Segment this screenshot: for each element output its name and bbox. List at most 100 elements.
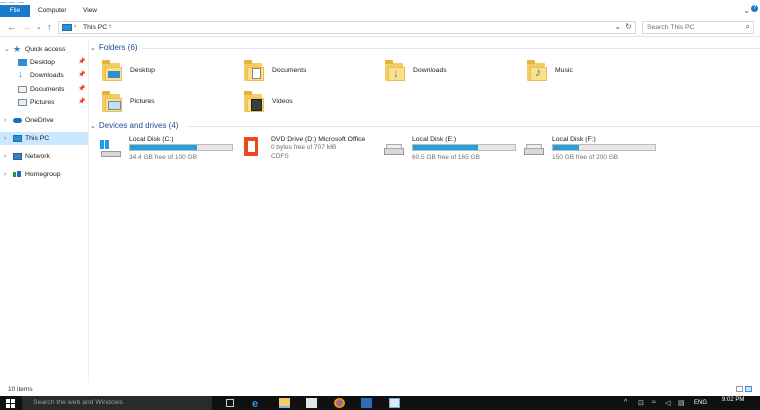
pictures-folder-icon — [18, 99, 27, 106]
computer-icon — [62, 24, 72, 31]
file-explorer-icon[interactable] — [279, 398, 290, 408]
breadcrumb-this-pc[interactable]: This PC — [83, 24, 107, 31]
homegroup-icon — [17, 171, 21, 177]
refresh-icon[interactable]: ↻ — [625, 22, 632, 31]
chevron-right-icon[interactable]: › — [4, 114, 6, 127]
breadcrumb-separator-icon[interactable]: › — [109, 23, 111, 30]
folder-label: Videos — [272, 98, 293, 105]
downloads-folder-icon: ↓ — [385, 59, 406, 82]
drive-c[interactable]: Local Disk (C:) 34.4 GB free of 100 GB — [100, 136, 240, 166]
chevron-down-icon[interactable]: ⌄ — [90, 45, 96, 52]
sidebar-item-label: This PC — [25, 135, 50, 142]
recent-locations-icon[interactable]: ⌄ — [36, 21, 42, 34]
clock-time[interactable]: 9:02 PM — [722, 397, 744, 404]
address-dropdown-icon[interactable]: ⌄ — [614, 22, 621, 31]
quick-access-toolbar-icon[interactable] — [0, 2, 6, 3]
chevron-up-icon[interactable]: ^ — [624, 399, 627, 406]
pin-icon[interactable]: 📌 — [78, 56, 85, 69]
network-icon[interactable]: ⊡ — [638, 399, 644, 407]
group-header-label: Devices and drives (4) — [98, 121, 179, 130]
chevron-down-icon[interactable]: ⌄ — [743, 6, 750, 15]
task-view-icon[interactable] — [226, 399, 234, 407]
drives-group-header[interactable]: ⌄ Devices and drives (4) — [90, 120, 178, 132]
chevron-down-icon[interactable]: ⌄ — [4, 43, 10, 56]
drive-name: DVD Drive (D:) Microsoft Office — [271, 136, 366, 143]
chrome-icon[interactable] — [334, 398, 345, 408]
app-icon[interactable] — [361, 398, 372, 408]
chevron-right-icon[interactable]: › — [4, 168, 6, 181]
sidebar-item-pictures[interactable]: Pictures 📌 — [0, 96, 88, 109]
system-tray: ^ ⊡ ≈ ◁ ▤ ENG 9:02 PM — [624, 397, 754, 409]
folder-label: Music — [555, 67, 573, 74]
chevron-right-icon[interactable]: › — [4, 150, 6, 163]
pin-icon[interactable]: 📌 — [78, 69, 85, 82]
app-icon[interactable] — [389, 398, 400, 408]
folder-pictures[interactable]: Pictures — [102, 90, 232, 116]
sidebar-item-network[interactable]: › Network — [0, 150, 88, 163]
folders-group-header[interactable]: ⌄ Folders (6) — [90, 42, 138, 54]
edge-icon[interactable]: e — [252, 398, 263, 410]
tiles-view-icon[interactable] — [745, 386, 752, 392]
start-button[interactable] — [6, 399, 16, 408]
drive-d[interactable]: DVD Drive (D:) Microsoft Office 0 bytes … — [242, 136, 382, 166]
language-indicator[interactable]: ENG — [694, 400, 707, 406]
folder-downloads[interactable]: ↓ Downloads — [385, 59, 515, 85]
documents-folder-icon — [18, 86, 27, 93]
pictures-folder-icon — [102, 90, 123, 113]
volume-icon[interactable]: ◁ — [665, 399, 670, 407]
chevron-right-icon[interactable]: › — [4, 132, 6, 145]
taskbar-search-input[interactable]: Search the web and Windows — [22, 396, 212, 410]
windows-drive-icon — [100, 140, 122, 157]
ribbon: File Computer View ⌄ ? — [0, 0, 760, 17]
sidebar-item-downloads[interactable]: ↓ Downloads 📌 — [0, 69, 88, 82]
up-arrow-icon[interactable]: ↑ — [47, 21, 52, 34]
office-disc-icon — [242, 136, 260, 158]
music-folder-icon: ♪ — [527, 59, 548, 82]
drive-name: Local Disk (E:) — [412, 136, 457, 143]
quick-access-toolbar-icon[interactable] — [9, 2, 15, 3]
folder-documents[interactable]: Documents — [244, 59, 374, 85]
sidebar-item-quick-access[interactable]: ⌄ ★ Quick access — [0, 43, 88, 56]
folder-desktop[interactable]: Desktop — [102, 59, 232, 85]
sidebar-item-label: Network — [25, 153, 50, 160]
sidebar-item-desktop[interactable]: Desktop 📌 — [0, 56, 88, 69]
details-view-icon[interactable] — [736, 386, 743, 392]
title-bar-quick-access — [0, 0, 80, 3]
wifi-icon[interactable]: ≈ — [652, 399, 656, 406]
search-icon[interactable]: ⌕ — [746, 22, 750, 32]
back-arrow-icon[interactable]: ← — [7, 21, 16, 34]
tab-file[interactable]: File — [0, 5, 30, 17]
breadcrumb-separator-icon[interactable]: › — [74, 23, 76, 30]
desktop-folder-icon — [18, 59, 27, 66]
action-center-icon[interactable]: ▤ — [678, 399, 685, 407]
pin-icon[interactable]: 📌 — [78, 96, 85, 109]
sidebar-item-this-pc[interactable]: › This PC — [0, 132, 88, 145]
downloads-folder-icon: ↓ — [18, 69, 23, 80]
sidebar-item-onedrive[interactable]: › OneDrive — [0, 114, 88, 127]
sidebar-item-label: OneDrive — [25, 117, 54, 124]
folder-videos[interactable]: Videos — [244, 90, 374, 116]
sidebar-item-label: Desktop — [30, 59, 55, 66]
store-icon[interactable] — [306, 398, 317, 408]
quick-access-toolbar-icon[interactable] — [18, 2, 24, 3]
drive-name: Local Disk (C:) — [129, 136, 174, 143]
address-bar[interactable]: › This PC › ⌄ ↻ — [58, 21, 636, 34]
drive-e[interactable]: Local Disk (E:) 60.5 GB free of 165 GB — [383, 136, 523, 166]
pin-icon[interactable]: 📌 — [78, 83, 85, 96]
folder-music[interactable]: ♪ Music — [527, 59, 657, 85]
chevron-down-icon[interactable]: ⌄ — [90, 123, 96, 130]
folder-label: Desktop — [130, 67, 155, 74]
navigation-bar: ← → ⌄ ↑ › This PC › ⌄ ↻ Search This PC ⌕ — [0, 19, 760, 37]
search-input[interactable]: Search This PC ⌕ — [642, 21, 754, 34]
navigation-pane: ⌄ ★ Quick access Desktop 📌 ↓ Downloads 📌… — [0, 38, 89, 383]
forward-arrow-icon[interactable]: → — [22, 21, 31, 34]
homegroup-icon — [13, 172, 16, 177]
sidebar-item-documents[interactable]: Documents 📌 — [0, 83, 88, 96]
tab-view[interactable]: View — [83, 5, 97, 17]
drive-f[interactable]: Local Disk (F:) 150 GB free of 200 GB — [523, 136, 663, 166]
network-icon — [13, 153, 22, 160]
help-icon[interactable]: ? — [751, 5, 758, 12]
sidebar-item-homegroup[interactable]: › Homegroup — [0, 168, 88, 181]
sidebar-item-label: Downloads — [30, 72, 64, 79]
tab-computer[interactable]: Computer — [38, 5, 67, 17]
